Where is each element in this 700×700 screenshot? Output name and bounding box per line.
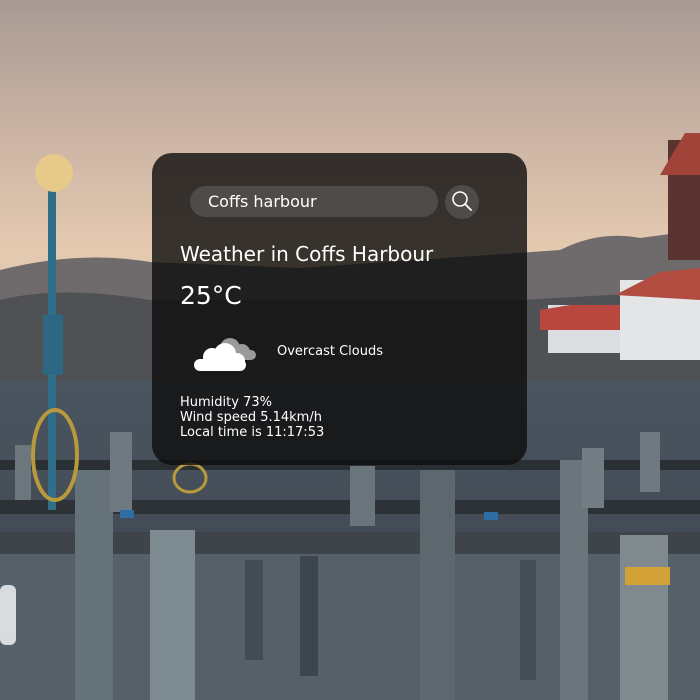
city-title: Weather in Coffs Harbour	[180, 242, 434, 266]
search-input[interactable]	[190, 186, 438, 217]
weather-description: Overcast Clouds	[277, 344, 384, 359]
overcast-cloud-icon	[192, 333, 258, 377]
weather-card: Weather in Coffs Harbour 25°C Overcast C…	[152, 153, 527, 465]
search-icon	[451, 190, 473, 215]
temperature: 25°C	[180, 281, 242, 310]
humidity-text: Humidity 73%	[180, 395, 272, 410]
search-bar	[190, 185, 481, 219]
search-button[interactable]	[445, 185, 479, 219]
weather-details: Humidity 73% Wind speed 5.14km/h Local t…	[180, 395, 324, 440]
local-time-text: Local time is 11:17:53	[180, 425, 325, 440]
wind-speed-text: Wind speed 5.14km/h	[180, 410, 322, 425]
